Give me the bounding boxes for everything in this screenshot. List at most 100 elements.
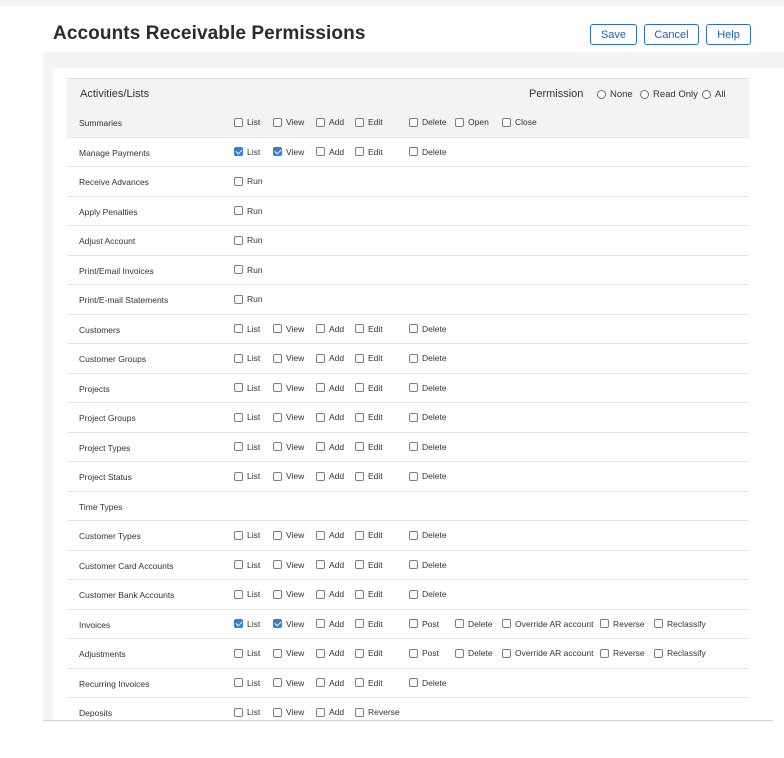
checkbox-run[interactable]: Run bbox=[234, 235, 263, 245]
checkbox-delete[interactable]: Delete bbox=[409, 530, 447, 540]
checkbox-override-ar-account[interactable]: Override AR account bbox=[502, 619, 593, 629]
checkbox-run[interactable]: Run bbox=[234, 176, 263, 186]
checkbox-view[interactable]: View bbox=[273, 530, 304, 540]
checkbox-list[interactable]: List bbox=[234, 707, 260, 717]
checkbox-reverse[interactable]: Reverse bbox=[355, 707, 400, 717]
checkbox-view[interactable]: View bbox=[273, 707, 304, 717]
checkbox-edit[interactable]: Edit bbox=[355, 648, 383, 658]
checkbox-view[interactable]: View bbox=[273, 589, 304, 599]
checkbox-view[interactable]: View bbox=[273, 619, 304, 629]
checkbox-post[interactable]: Post bbox=[409, 648, 439, 658]
checkbox-delete[interactable]: Delete bbox=[409, 560, 447, 570]
checkbox-view[interactable]: View bbox=[273, 324, 304, 334]
checkbox-label: List bbox=[247, 677, 261, 688]
checkbox-reclassify[interactable]: Reclassify bbox=[654, 648, 706, 658]
checkbox-delete[interactable]: Delete bbox=[409, 324, 447, 334]
checkbox-delete[interactable]: Delete bbox=[409, 678, 447, 688]
checkbox-add[interactable]: Add bbox=[316, 648, 344, 658]
checkbox-list[interactable]: List bbox=[234, 353, 260, 363]
checkbox-reclassify[interactable]: Reclassify bbox=[654, 619, 706, 629]
checkbox-view[interactable]: View bbox=[273, 678, 304, 688]
checkbox-add[interactable]: Add bbox=[316, 530, 344, 540]
checkbox-add[interactable]: Add bbox=[316, 442, 344, 452]
checkbox-add[interactable]: Add bbox=[316, 383, 344, 393]
checkbox-list[interactable]: List bbox=[234, 589, 260, 599]
checkbox-edit[interactable]: Edit bbox=[355, 560, 383, 570]
checkbox-delete[interactable]: Delete bbox=[409, 471, 447, 481]
checkbox-empty-icon bbox=[355, 589, 364, 599]
checkbox-view[interactable]: View bbox=[273, 648, 304, 658]
checkbox-run[interactable]: Run bbox=[234, 206, 263, 216]
checkbox-add[interactable]: Add bbox=[316, 560, 344, 570]
checkbox-close[interactable]: Close bbox=[502, 117, 537, 127]
checkbox-edit[interactable]: Edit bbox=[355, 353, 383, 363]
checkbox-edit[interactable]: Edit bbox=[355, 619, 383, 629]
checkbox-add[interactable]: Add bbox=[316, 707, 344, 717]
checkbox-label: Edit bbox=[368, 559, 383, 570]
checkbox-add[interactable]: Add bbox=[316, 471, 344, 481]
checkbox-list[interactable]: List bbox=[234, 383, 260, 393]
checkbox-list[interactable]: List bbox=[234, 324, 260, 334]
checkbox-run[interactable]: Run bbox=[234, 294, 263, 304]
checkbox-view[interactable]: View bbox=[273, 147, 304, 157]
checkbox-view[interactable]: View bbox=[273, 412, 304, 422]
checkbox-delete[interactable]: Delete bbox=[409, 117, 447, 127]
save-button[interactable]: Save bbox=[590, 24, 637, 45]
checkbox-edit[interactable]: Edit bbox=[355, 412, 383, 422]
checkbox-label: Run bbox=[247, 176, 263, 186]
radio-none[interactable]: None bbox=[597, 88, 633, 100]
radio-read-only[interactable]: Read Only bbox=[640, 88, 698, 100]
checkbox-delete[interactable]: Delete bbox=[409, 383, 447, 393]
checkbox-edit[interactable]: Edit bbox=[355, 383, 383, 393]
checkbox-delete[interactable]: Delete bbox=[409, 147, 447, 157]
checkbox-list[interactable]: List bbox=[234, 147, 260, 157]
checkbox-view[interactable]: View bbox=[273, 353, 304, 363]
checkbox-edit[interactable]: Edit bbox=[355, 678, 383, 688]
checkbox-add[interactable]: Add bbox=[316, 324, 344, 334]
checkbox-reverse[interactable]: Reverse bbox=[600, 619, 645, 629]
checkbox-view[interactable]: View bbox=[273, 560, 304, 570]
checkbox-list[interactable]: List bbox=[234, 412, 260, 422]
checkbox-post[interactable]: Post bbox=[409, 619, 439, 629]
checkbox-view[interactable]: View bbox=[273, 117, 304, 127]
checkbox-add[interactable]: Add bbox=[316, 117, 344, 127]
checkbox-list[interactable]: List bbox=[234, 530, 260, 540]
checkbox-run[interactable]: Run bbox=[234, 265, 263, 275]
checkbox-edit[interactable]: Edit bbox=[355, 589, 383, 599]
checkbox-delete[interactable]: Delete bbox=[455, 619, 493, 629]
checkbox-edit[interactable]: Edit bbox=[355, 442, 383, 452]
checkbox-view[interactable]: View bbox=[273, 383, 304, 393]
checkbox-list[interactable]: List bbox=[234, 678, 260, 688]
checkbox-add[interactable]: Add bbox=[316, 412, 344, 422]
checkbox-delete[interactable]: Delete bbox=[455, 648, 493, 658]
checkbox-edit[interactable]: Edit bbox=[355, 147, 383, 157]
cancel-button[interactable]: Cancel bbox=[644, 24, 699, 45]
checkbox-list[interactable]: List bbox=[234, 471, 260, 481]
checkbox-add[interactable]: Add bbox=[316, 589, 344, 599]
radio-all[interactable]: All bbox=[702, 88, 726, 100]
checkbox-list[interactable]: List bbox=[234, 619, 260, 629]
checkbox-list[interactable]: List bbox=[234, 117, 260, 127]
checkbox-edit[interactable]: Edit bbox=[355, 117, 383, 127]
checkbox-override-ar-account[interactable]: Override AR account bbox=[502, 648, 593, 658]
checkbox-delete[interactable]: Delete bbox=[409, 412, 447, 422]
checkbox-edit[interactable]: Edit bbox=[355, 324, 383, 334]
help-button[interactable]: Help bbox=[706, 24, 751, 45]
checkbox-open[interactable]: Open bbox=[455, 117, 489, 127]
checkbox-view[interactable]: View bbox=[273, 471, 304, 481]
checkbox-list[interactable]: List bbox=[234, 648, 260, 658]
checkbox-delete[interactable]: Delete bbox=[409, 442, 447, 452]
checkbox-label: Run bbox=[247, 235, 263, 245]
checkbox-edit[interactable]: Edit bbox=[355, 471, 383, 481]
checkbox-view[interactable]: View bbox=[273, 442, 304, 452]
checkbox-reverse[interactable]: Reverse bbox=[600, 648, 645, 658]
checkbox-add[interactable]: Add bbox=[316, 678, 344, 688]
checkbox-list[interactable]: List bbox=[234, 442, 260, 452]
checkbox-delete[interactable]: Delete bbox=[409, 353, 447, 363]
checkbox-add[interactable]: Add bbox=[316, 353, 344, 363]
checkbox-edit[interactable]: Edit bbox=[355, 530, 383, 540]
checkbox-list[interactable]: List bbox=[234, 560, 260, 570]
checkbox-add[interactable]: Add bbox=[316, 619, 344, 629]
checkbox-add[interactable]: Add bbox=[316, 147, 344, 157]
checkbox-delete[interactable]: Delete bbox=[409, 589, 447, 599]
